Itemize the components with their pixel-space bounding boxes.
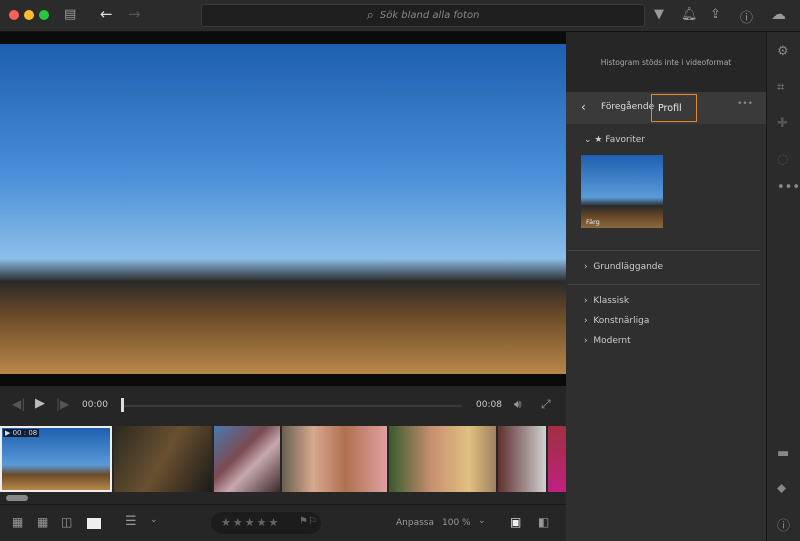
edit-panel: Histogram stöds inte i videoformat ‹ För… xyxy=(566,32,766,541)
close-window-button[interactable] xyxy=(9,10,19,20)
group-label: Grundläggande xyxy=(593,262,664,272)
histogram-area: Histogram stöds inte i videoformat xyxy=(566,32,766,92)
search-input[interactable]: ⌕ Sök bland alla foton xyxy=(201,4,645,27)
profile-title: Profil xyxy=(651,94,697,122)
sort-icon[interactable]: ☰ xyxy=(125,514,137,529)
zoom-mode[interactable]: Anpassa xyxy=(396,518,434,528)
comment-icon[interactable]: ▬ xyxy=(777,446,789,461)
filmstrip-thumb[interactable] xyxy=(389,426,496,492)
profile-thumb-farg[interactable]: Färg xyxy=(581,155,663,228)
zoom-level[interactable]: 100 % xyxy=(442,518,471,528)
filmstrip-toggle-icon[interactable]: ▣ xyxy=(510,515,521,529)
search-icon: ⌕ xyxy=(366,8,374,23)
filter-icon[interactable]: ▼ xyxy=(654,7,664,22)
chevron-down-icon[interactable]: ⌄ xyxy=(150,515,158,525)
more-options-icon[interactable]: ••• xyxy=(737,99,753,109)
profile-thumb-label: Färg xyxy=(586,218,600,226)
favorites-label: Favoriter xyxy=(605,135,646,145)
scrubber-handle[interactable] xyxy=(121,398,124,412)
duration: 00:08 xyxy=(476,400,502,410)
sidebar-toggle-icon[interactable]: ▤ xyxy=(64,7,76,22)
detail-view-icon[interactable] xyxy=(87,518,101,529)
scrubber-track[interactable] xyxy=(122,405,462,407)
fullscreen-icon[interactable]: ⤢ xyxy=(541,397,551,412)
grid-view-icon[interactable]: ▦ xyxy=(37,515,48,529)
compare-view-icon[interactable]: ◫ xyxy=(61,515,72,529)
previous-frame-icon[interactable]: ◀| xyxy=(12,397,25,411)
forward-arrow-icon[interactable]: → xyxy=(128,5,141,23)
profile-header: ‹ Föregående Profil ••• xyxy=(566,92,766,124)
group-label: Klassisk xyxy=(593,296,630,306)
flag-icons[interactable]: ⚑⚐ xyxy=(299,516,317,527)
zoom-window-button[interactable] xyxy=(39,10,49,20)
current-time: 00:00 xyxy=(82,400,108,410)
bottom-toolbar: ▦ ▦ ◫ ☰ ⌄ ★★★★★ ⚑⚐ Anpassa 100 % ⌄ ▣ ◧ xyxy=(0,504,566,541)
mask-icon[interactable]: ◌ xyxy=(777,152,788,167)
grid-small-view-icon[interactable]: ▦ xyxy=(12,515,23,529)
next-frame-icon[interactable]: |▶ xyxy=(56,397,69,411)
group-modernt[interactable]: › Modernt xyxy=(584,336,631,346)
chevron-down-icon[interactable]: ⌄ xyxy=(478,516,486,526)
video-frame xyxy=(0,44,566,374)
edit-sliders-icon[interactable]: ⚙ xyxy=(777,44,789,59)
divider xyxy=(568,284,760,285)
share-icon[interactable]: ⇪ xyxy=(710,7,721,22)
histogram-message: Histogram stöds inte i videoformat xyxy=(600,57,732,67)
group-klassisk[interactable]: › Klassisk xyxy=(584,296,629,306)
volume-icon[interactable]: 🔊︎ xyxy=(514,397,522,412)
group-konstnarliga[interactable]: › Konstnärliga xyxy=(584,316,649,326)
video-duration-badge: ▶ 00 : 08 xyxy=(3,429,40,437)
back-chevron-icon[interactable]: ‹ xyxy=(581,100,586,114)
favorites-toggle[interactable]: ⌄ ★ Favoriter xyxy=(584,135,645,145)
group-grundlaggande[interactable]: › Grundläggande xyxy=(584,262,663,272)
group-label: Konstnärliga xyxy=(593,316,650,326)
before-after-icon[interactable]: ◧ xyxy=(538,515,549,529)
cloud-icon[interactable]: ☁ xyxy=(771,5,786,23)
filmstrip: ▶ 00 : 08 xyxy=(0,424,566,504)
help-icon[interactable]: ⓘ xyxy=(740,7,753,26)
tag-icon[interactable]: ⬥ xyxy=(777,481,786,496)
healing-icon[interactable]: ✚ xyxy=(777,116,788,131)
divider xyxy=(568,250,760,251)
info-icon[interactable]: ⓘ xyxy=(777,515,790,534)
filmstrip-thumb[interactable] xyxy=(548,426,566,492)
filmstrip-thumb[interactable] xyxy=(498,426,546,492)
bell-icon[interactable]: 🔔︎ xyxy=(681,7,698,22)
star-rating[interactable]: ★★★★★ xyxy=(221,516,280,529)
previous-button[interactable]: Föregående xyxy=(601,102,654,112)
title-bar: ▤ ← → ⌕ Sök bland alla foton ▼ 🔔︎ ⇪ ⓘ ☁ xyxy=(0,0,800,32)
video-controls: ◀| ▶ |▶ 00:00 00:08 🔊︎ ⤢ xyxy=(0,386,566,424)
filmstrip-thumb[interactable] xyxy=(282,426,387,492)
crop-icon[interactable]: ⌗ xyxy=(777,80,784,95)
filmstrip-thumb[interactable] xyxy=(114,426,212,492)
play-icon[interactable]: ▶ xyxy=(35,396,45,411)
minimize-window-button[interactable] xyxy=(24,10,34,20)
rating-flag-group: ★★★★★ ⚑⚐ xyxy=(211,512,321,534)
filmstrip-thumb-video[interactable]: ▶ 00 : 08 xyxy=(0,426,112,492)
filmstrip-scrollbar[interactable] xyxy=(6,495,28,501)
back-arrow-icon[interactable]: ← xyxy=(100,5,113,23)
filmstrip-thumb[interactable] xyxy=(214,426,280,492)
tool-rail xyxy=(766,32,800,541)
group-label: Modernt xyxy=(593,336,631,346)
video-preview[interactable] xyxy=(0,32,566,386)
more-tools-icon[interactable]: ••• xyxy=(777,180,800,195)
